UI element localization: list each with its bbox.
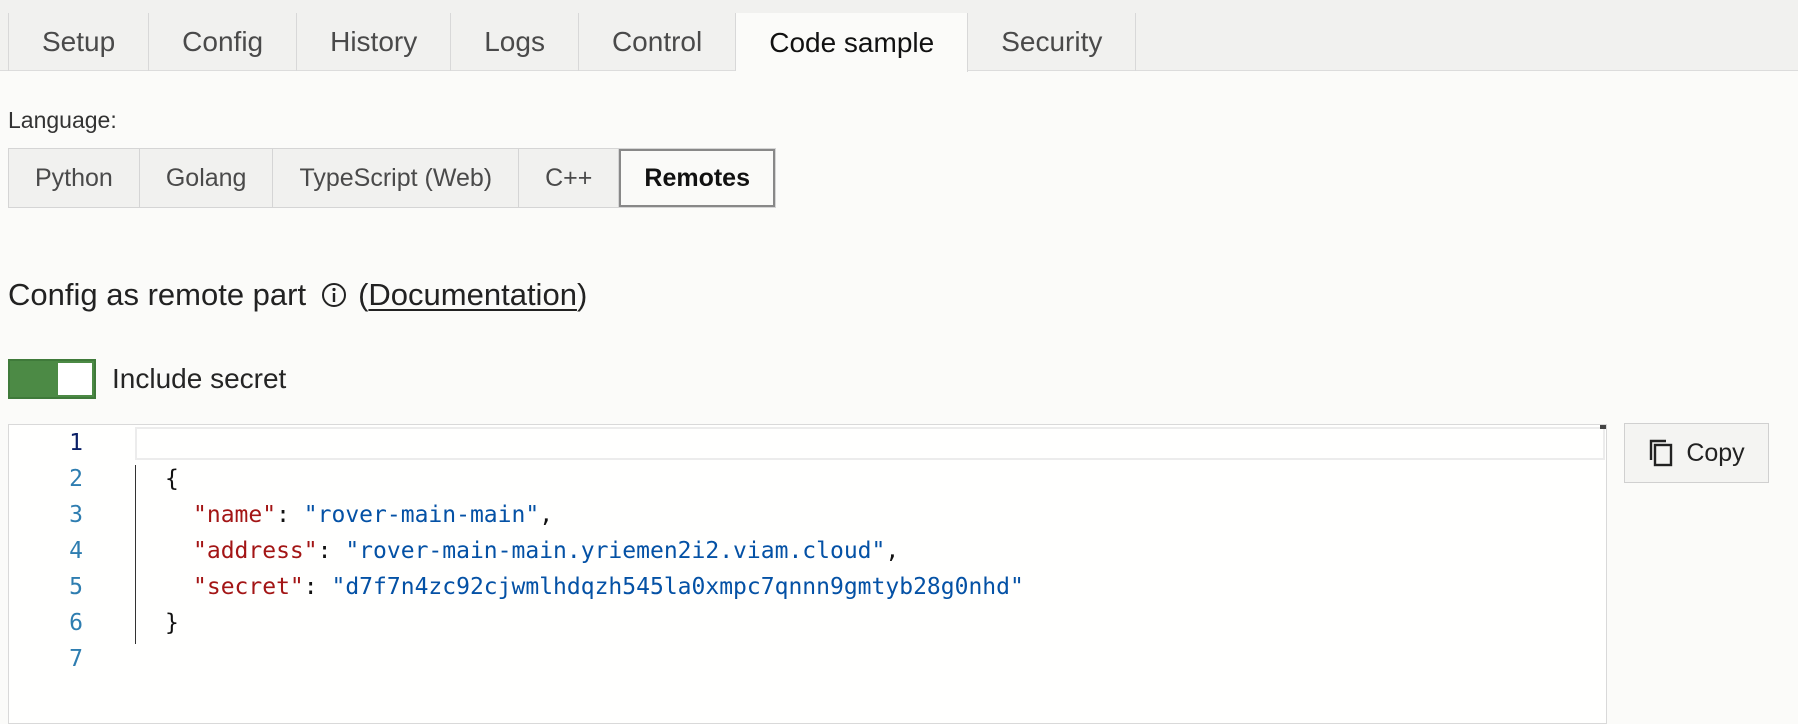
code-brace-close: } [165,610,179,636]
tab-setup[interactable]: Setup [8,13,150,71]
code-content: "address": "rover-main-main.yriemen2i2.v… [193,538,899,564]
code-line: 3 "name": "rover-main-main", [9,497,1599,533]
documentation-close-paren: ) [576,277,588,312]
code-editor[interactable]: 1 2 { 3 "name": "rover-main-main", 4 "ad… [8,424,1607,724]
section-heading: Config as remote part (Documentation) [8,274,587,316]
language-option-python[interactable]: Python [9,149,140,207]
tabs: Setup Config History Logs Control Code s… [8,13,1137,72]
line-number: 3 [69,502,83,528]
tab-control[interactable]: Control [579,13,737,71]
documentation-link[interactable]: Documentation [368,277,577,312]
code-content: "secret": "d7f7n4zc92cjwmlhdqzh545la0xmp… [193,574,1024,600]
include-secret-label: Include secret [112,363,287,394]
json-value: "rover-main-main.yriemen2i2.viam.cloud" [345,538,886,564]
tab-config[interactable]: Config [149,13,298,71]
toggle-knob [58,363,92,395]
code-line: 4 "address": "rover-main-main.yriemen2i2… [9,533,1599,569]
json-sep: : [276,502,304,528]
line-number: 2 [69,466,83,492]
language-selector: Python Golang TypeScript (Web) C++ Remot… [8,148,776,208]
line-number: 5 [69,574,83,600]
scrollbar-marker [1600,425,1606,429]
code-line: 1 [9,425,1599,461]
section-title: Config as remote part [8,277,307,312]
tab-bar: Setup Config History Logs Control Code s… [0,13,1798,72]
include-secret-toggle[interactable] [8,359,96,399]
language-option-golang[interactable]: Golang [140,149,274,207]
json-sep: : [303,574,332,600]
json-key: "name" [193,502,277,528]
tab-code-sample[interactable]: Code sample [736,13,969,72]
line-number: 1 [69,430,83,456]
json-value: "d7f7n4zc92cjwmlhdqzh545la0xmpc7qnnn9gmt… [331,574,1024,600]
json-comma: , [885,538,900,564]
code-line: 6 } [9,605,1599,641]
json-key: "secret" [193,574,304,600]
code-brace-open: { [165,466,179,492]
tab-history[interactable]: History [297,13,452,71]
language-option-remotes[interactable]: Remotes [619,149,775,207]
code-line: 2 { [9,461,1599,497]
tab-security[interactable]: Security [968,13,1137,71]
tab-logs[interactable]: Logs [451,13,579,71]
language-option-typescript[interactable]: TypeScript (Web) [273,149,520,207]
line-number: 6 [69,610,83,636]
line-number: 4 [69,538,83,564]
language-label: Language: [8,107,117,133]
include-secret-row: Include secret [8,359,286,399]
copy-icon [1650,439,1673,467]
code-line: 5 "secret": "d7f7n4zc92cjwmlhdqzh545la0x… [9,569,1599,605]
json-value: "rover-main-main" [303,502,540,528]
copy-label: Copy [1686,438,1745,467]
copy-button[interactable]: Copy [1624,423,1769,483]
code-content: "name": "rover-main-main", [193,502,553,528]
info-icon[interactable] [320,281,348,309]
json-sep: : [317,538,346,564]
documentation-wrapper: (Documentation) [358,277,587,313]
json-key: "address" [193,538,318,564]
code-line: 7 [9,641,1599,677]
documentation-open-paren: ( [358,277,369,312]
language-option-cpp[interactable]: C++ [519,149,620,207]
window-top-strip [0,0,1798,13]
json-comma: , [539,502,554,528]
line-number: 7 [69,646,83,672]
